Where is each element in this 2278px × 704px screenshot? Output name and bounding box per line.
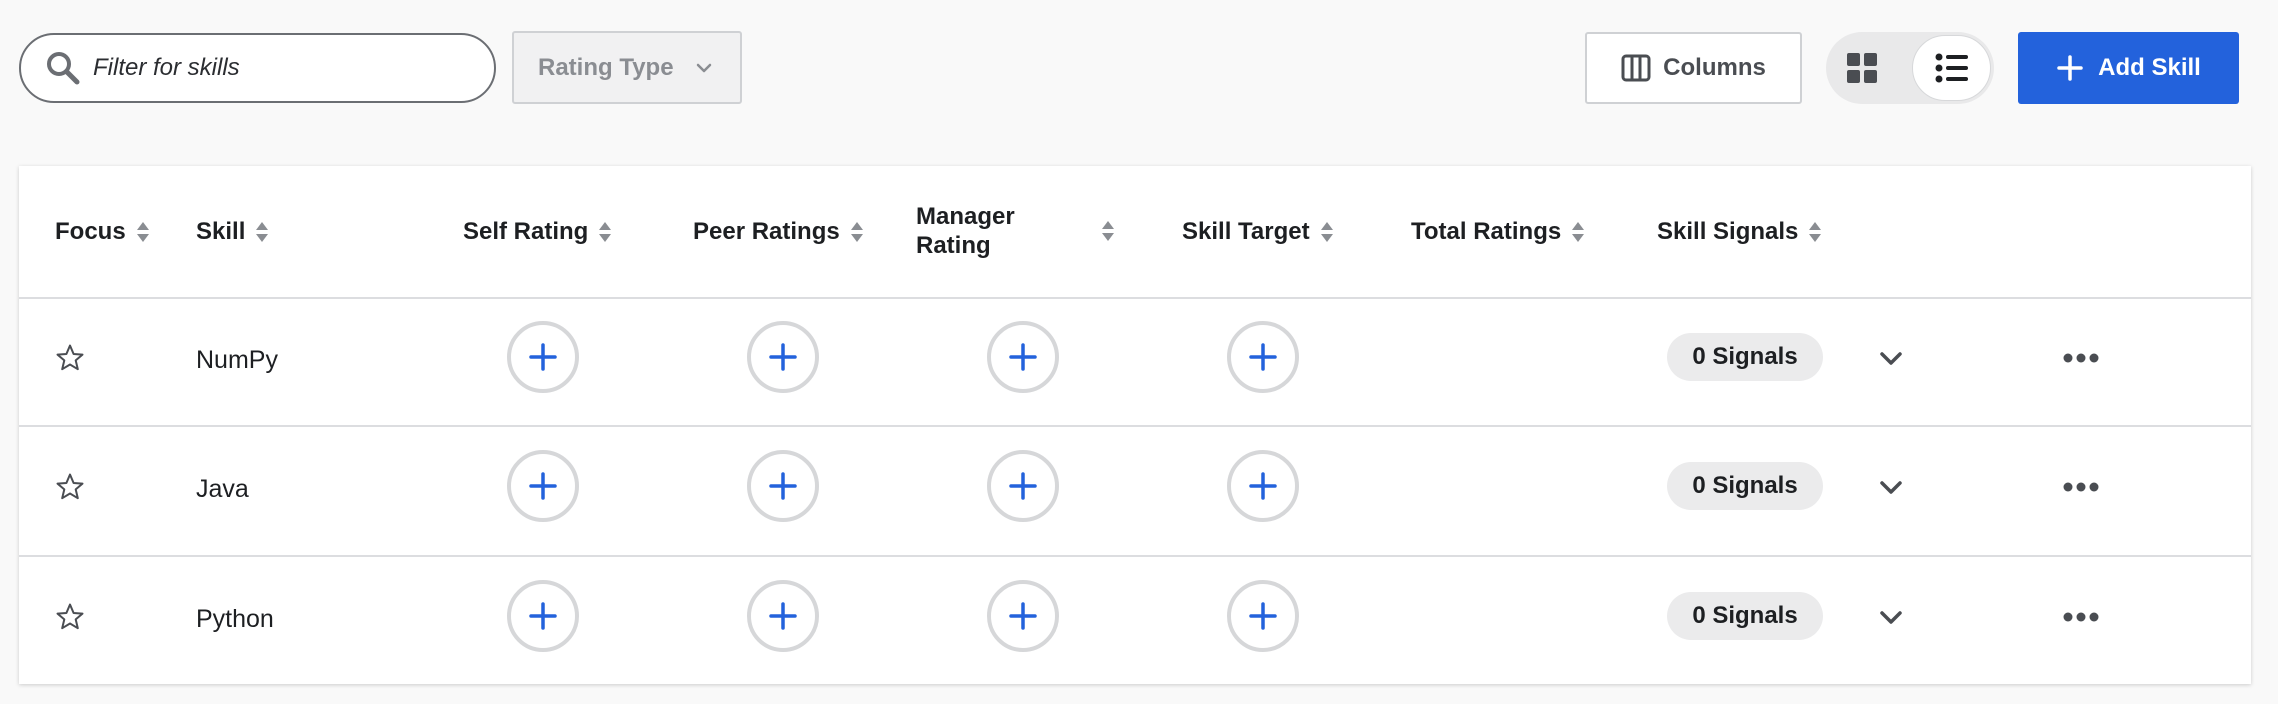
- plus-icon: [529, 472, 557, 500]
- list-view-option[interactable]: [1912, 35, 1991, 101]
- sort-icon: [1320, 221, 1333, 242]
- star-icon[interactable]: [55, 343, 85, 373]
- table-row: Java 0 Signals: [19, 427, 2251, 557]
- signals-badge[interactable]: 0 Signals: [1667, 333, 1823, 381]
- search-input[interactable]: [91, 53, 475, 83]
- add-skill-target-button[interactable]: [1227, 580, 1299, 652]
- plus-icon: [1249, 343, 1277, 371]
- table-header: Focus Skill Self Rating Peer Ratings Man…: [19, 166, 2251, 299]
- add-manager-rating-button[interactable]: [987, 321, 1059, 393]
- header-manager-rating-label: Manager Rating: [916, 202, 1091, 260]
- star-icon[interactable]: [55, 602, 85, 632]
- plus-icon: [529, 602, 557, 630]
- add-peer-rating-button[interactable]: [747, 321, 819, 393]
- more-icon[interactable]: [2063, 481, 2099, 493]
- header-self-rating[interactable]: Self Rating: [463, 217, 612, 246]
- more-icon[interactable]: [2063, 352, 2099, 364]
- columns-button[interactable]: Columns: [1585, 32, 1802, 104]
- signals-badge[interactable]: 0 Signals: [1667, 592, 1823, 640]
- chevron-down-icon[interactable]: [1876, 472, 1906, 502]
- add-skill-target-button[interactable]: [1227, 321, 1299, 393]
- sort-icon: [136, 221, 149, 242]
- add-manager-rating-button[interactable]: [987, 450, 1059, 522]
- header-focus[interactable]: Focus: [55, 217, 150, 246]
- list-view-icon: [1935, 53, 1968, 83]
- add-self-rating-button[interactable]: [507, 321, 579, 393]
- rating-type-label: Rating Type: [538, 53, 674, 81]
- header-skill-target-label: Skill Target: [1182, 218, 1310, 245]
- sort-icon: [850, 221, 863, 242]
- plus-icon: [529, 343, 557, 371]
- plus-icon: [769, 602, 797, 630]
- plus-icon: [1249, 602, 1277, 630]
- view-toggle: [1826, 32, 1994, 104]
- add-self-rating-button[interactable]: [507, 580, 579, 652]
- plus-icon: [2057, 55, 2083, 81]
- rating-type-dropdown[interactable]: Rating Type: [512, 31, 742, 104]
- add-skill-label: Add Skill: [2098, 54, 2201, 81]
- header-manager-rating-line1: Manager: [916, 203, 1015, 230]
- header-skill[interactable]: Skill: [196, 217, 269, 246]
- sort-icon: [1102, 221, 1114, 241]
- plus-icon: [1009, 472, 1037, 500]
- plus-icon: [769, 472, 797, 500]
- grid-view-icon[interactable]: [1844, 50, 1880, 86]
- header-self-rating-label: Self Rating: [463, 218, 589, 245]
- plus-icon: [1249, 472, 1277, 500]
- sort-icon: [1572, 221, 1585, 242]
- chevron-down-icon[interactable]: [1876, 343, 1906, 373]
- sort-icon: [1809, 221, 1822, 242]
- header-skill-signals-label: Skill Signals: [1657, 218, 1799, 245]
- header-peer-ratings[interactable]: Peer Ratings: [693, 217, 864, 246]
- add-peer-rating-button[interactable]: [747, 450, 819, 522]
- plus-icon: [1009, 343, 1037, 371]
- plus-icon: [769, 343, 797, 371]
- skill-name: Java: [196, 475, 249, 503]
- columns-label: Columns: [1663, 54, 1766, 81]
- add-peer-rating-button[interactable]: [747, 580, 819, 652]
- columns-icon: [1621, 54, 1651, 82]
- header-manager-rating-line2: Rating: [916, 232, 991, 259]
- search-field[interactable]: [19, 33, 496, 103]
- header-skill-target[interactable]: Skill Target: [1182, 217, 1334, 246]
- header-skill-label: Skill: [196, 218, 246, 245]
- add-skill-target-button[interactable]: [1227, 450, 1299, 522]
- table-row: NumPy 0 Signals: [19, 297, 2251, 427]
- table-row: Python 0 Signals: [19, 556, 2251, 684]
- chevron-down-icon: [696, 63, 711, 72]
- header-total-ratings[interactable]: Total Ratings: [1411, 217, 1585, 246]
- sort-icon: [256, 221, 269, 242]
- skill-name: Python: [196, 605, 274, 633]
- add-skill-button[interactable]: Add Skill: [2018, 32, 2239, 104]
- header-peer-ratings-label: Peer Ratings: [693, 218, 840, 245]
- more-icon[interactable]: [2063, 611, 2099, 623]
- header-total-ratings-label: Total Ratings: [1411, 218, 1562, 245]
- star-icon[interactable]: [55, 472, 85, 502]
- plus-icon: [1009, 602, 1037, 630]
- chevron-down-icon[interactable]: [1876, 602, 1906, 632]
- header-manager-rating[interactable]: Manager Rating: [916, 202, 1136, 260]
- skills-table: Focus Skill Self Rating Peer Ratings Man…: [19, 166, 2251, 684]
- add-self-rating-button[interactable]: [507, 450, 579, 522]
- add-manager-rating-button[interactable]: [987, 580, 1059, 652]
- header-focus-label: Focus: [55, 218, 126, 245]
- search-icon: [47, 52, 80, 85]
- sort-icon: [599, 221, 612, 242]
- signals-badge[interactable]: 0 Signals: [1667, 462, 1823, 510]
- skill-name: NumPy: [196, 346, 278, 374]
- header-skill-signals[interactable]: Skill Signals: [1657, 217, 1822, 246]
